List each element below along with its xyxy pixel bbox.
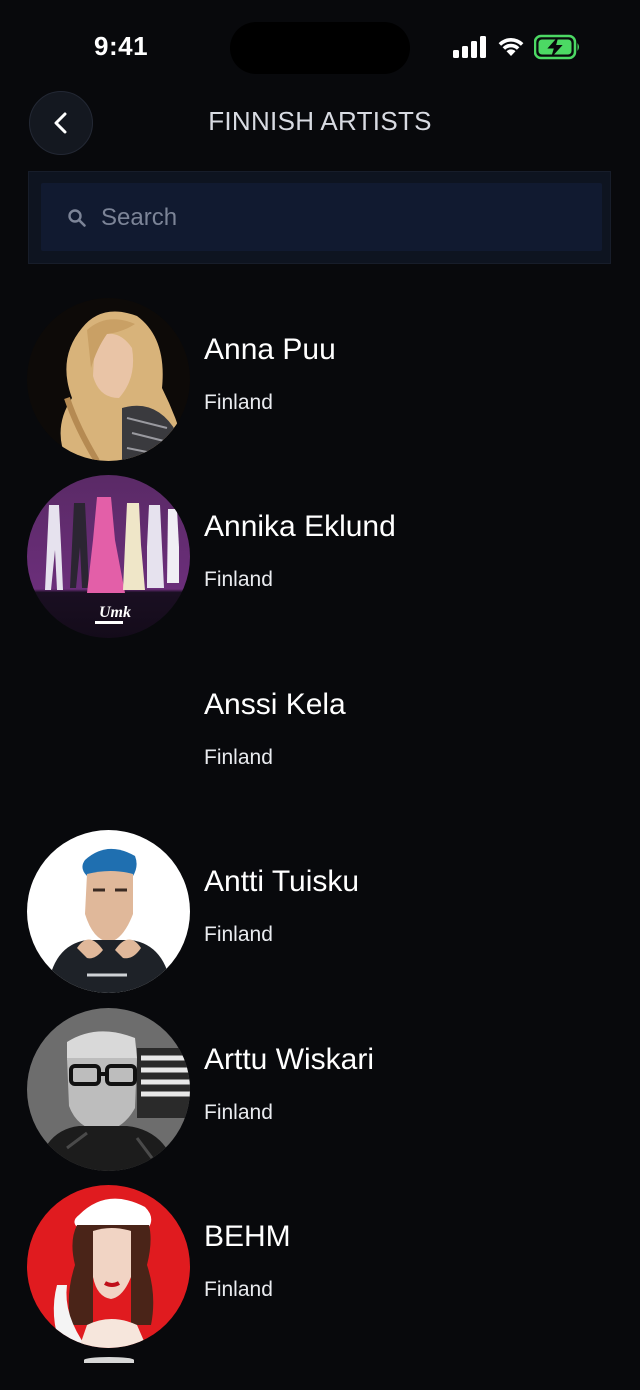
svg-text:Umk: Umk xyxy=(99,604,131,621)
artist-name: Anna Puu xyxy=(204,333,336,366)
next-artist-photo-peek xyxy=(84,1357,134,1363)
artist-photo xyxy=(27,298,190,461)
artist-photo xyxy=(27,1184,190,1348)
artist-country: Finland xyxy=(204,923,273,947)
artist-country: Finland xyxy=(204,568,273,592)
artist-name: BEHM xyxy=(204,1219,291,1253)
status-time: 9:41 xyxy=(94,31,149,61)
artist-list: Anna Puu Finland Umk Annika Eklund Finla… xyxy=(0,295,640,1359)
dynamic-island xyxy=(230,22,410,74)
artist-row-behm[interactable]: BEHM Finland xyxy=(0,1182,640,1359)
artist-photo xyxy=(27,1007,190,1171)
artist-country: Finland xyxy=(204,745,273,769)
artist-name: Antti Tuisku xyxy=(204,865,360,899)
battery-charging-icon xyxy=(534,34,579,60)
artist-photo: Umk xyxy=(27,475,190,639)
artist-country: Finland xyxy=(204,1100,273,1124)
artist-row-arttu-wiskari[interactable]: Arttu Wiskari Finland xyxy=(0,1005,640,1182)
back-button[interactable] xyxy=(29,91,93,155)
artist-row-antti-tuisku[interactable]: Antti Tuisku Finland xyxy=(0,827,640,1004)
cellular-signal-icon xyxy=(453,36,486,58)
search-field[interactable] xyxy=(41,183,602,251)
artist-photo xyxy=(27,830,190,994)
wifi-icon xyxy=(498,38,524,56)
artist-name: Annika Eklund xyxy=(204,510,396,544)
search-input[interactable] xyxy=(99,197,583,239)
artist-country: Finland xyxy=(204,1277,273,1301)
artist-country: Finland xyxy=(204,391,273,414)
artist-name: Arttu Wiskari xyxy=(204,1042,375,1076)
artist-row-anssi-kela[interactable]: Anssi Kela Finland xyxy=(0,650,640,827)
search-icon xyxy=(68,209,86,227)
artist-row-anna-puu[interactable]: Anna Puu Finland xyxy=(0,295,640,472)
status-bar: 9:41 xyxy=(0,0,640,90)
chevron-left-icon xyxy=(54,112,67,134)
artist-row-annika-eklund[interactable]: Umk Annika Eklund Finland xyxy=(0,472,640,649)
search-bar xyxy=(28,171,611,264)
page-title: FINNISH ARTISTS xyxy=(208,106,432,136)
artist-name: Anssi Kela xyxy=(204,687,346,721)
